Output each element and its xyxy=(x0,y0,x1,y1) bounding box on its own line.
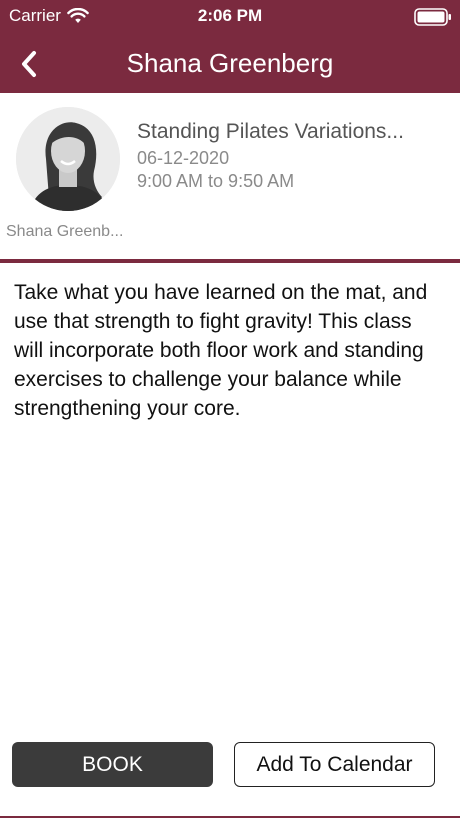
section-divider xyxy=(0,259,460,263)
class-time: 9:00 AM to 9:50 AM xyxy=(137,171,295,191)
battery-icon xyxy=(414,8,451,26)
class-date: 06-12-2020 xyxy=(137,148,230,168)
book-button[interactable]: BOOK xyxy=(12,742,213,787)
chevron-left-icon xyxy=(22,51,36,77)
status-time: 2:06 PM xyxy=(197,6,263,25)
page-title: Shana Greenberg xyxy=(126,48,334,78)
app-header: Carrier 2:06 PM Shana Greenberg xyxy=(0,0,460,93)
status-bar: Carrier 2:06 PM xyxy=(0,0,460,32)
back-button[interactable] xyxy=(10,46,48,82)
avatar-photo xyxy=(16,107,120,211)
class-title: Standing Pilates Variations... xyxy=(137,120,404,143)
navigation-bar: Shana Greenberg xyxy=(0,36,460,92)
add-to-calendar-button[interactable]: Add To Calendar xyxy=(234,742,435,787)
instructor-name: Shana Greenb... xyxy=(6,223,124,240)
instructor-avatar xyxy=(16,107,120,211)
class-summary: Standing Pilates Variations... 06-12-202… xyxy=(0,93,460,260)
class-description: Take what you have learned on the mat, a… xyxy=(14,281,428,420)
